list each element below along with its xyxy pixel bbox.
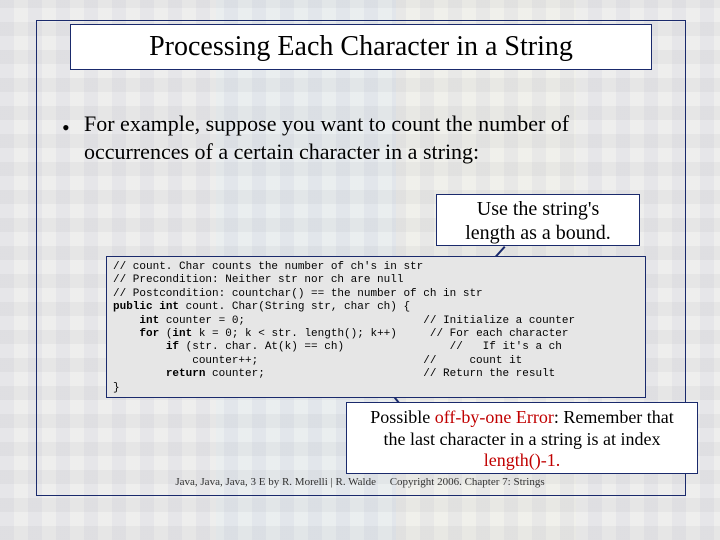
code-l6c: k = 0; k < str. length(); k++) // For ea…	[192, 328, 568, 340]
code-comment-1: // count. Char counts the number of ch's…	[113, 261, 423, 273]
code-listing: // count. Char counts the number of ch's…	[106, 256, 646, 398]
callout1-line2: length as a bound.	[465, 222, 611, 244]
code-comment-2: // Precondition: Neither str nor ch are …	[113, 274, 403, 286]
callout-length-bound: Use the string's length as a bound.	[436, 194, 640, 246]
callout-off-by-one: Possible off-by-one Error: Remember that…	[346, 402, 698, 474]
code-l10: }	[113, 382, 120, 394]
callout2-line3: length()-1.	[484, 450, 560, 470]
slide-content: • For example, suppose you want to count…	[36, 20, 684, 494]
slide-title: Processing Each Character in a String	[70, 24, 652, 70]
code-l7a	[113, 341, 166, 353]
code-sig: count. Char(String str, char ch) {	[179, 301, 410, 313]
callout2-line1b: : Remember that	[554, 407, 674, 427]
code-l9a	[113, 368, 166, 380]
code-kw-int: int	[159, 301, 179, 313]
bullet-dot-icon: •	[62, 114, 70, 142]
code-kw-public: public	[113, 301, 153, 313]
code-l6b: (	[159, 328, 172, 340]
code-l9-kw: return	[166, 368, 206, 380]
callout2-line1a: Possible	[370, 407, 435, 427]
code-l5b: counter = 0; // Initialize a counter	[159, 315, 575, 327]
footer-left: Java, Java, Java, 3 E by R. Morelli | R.…	[175, 476, 376, 488]
code-l6-kw2: int	[172, 328, 192, 340]
callout2-line2: the last character in a string is at ind…	[384, 429, 661, 449]
slide-footer: Java, Java, Java, 3 E by R. Morelli | R.…	[36, 476, 684, 488]
callout2-line1-red: off-by-one Error	[435, 407, 554, 427]
bullet-paragraph: • For example, suppose you want to count…	[62, 110, 658, 165]
bullet-text: For example, suppose you want to count t…	[84, 110, 658, 165]
code-l5a	[113, 315, 139, 327]
code-l6-kw: for	[139, 328, 159, 340]
code-l5-kw: int	[139, 315, 159, 327]
callout1-line1: Use the string's	[477, 198, 599, 220]
code-l8: counter++; // count it	[113, 355, 522, 367]
footer-right: Copyright 2006. Chapter 7: Strings	[390, 476, 545, 488]
code-l9b: counter; // Return the result	[205, 368, 555, 380]
slide-title-text: Processing Each Character in a String	[149, 31, 573, 62]
code-l6a	[113, 328, 139, 340]
code-l7-kw: if	[166, 341, 179, 353]
code-comment-3: // Postcondition: countchar() == the num…	[113, 288, 483, 300]
code-l7b: (str. char. At(k) == ch) // If it's a ch	[179, 341, 562, 353]
